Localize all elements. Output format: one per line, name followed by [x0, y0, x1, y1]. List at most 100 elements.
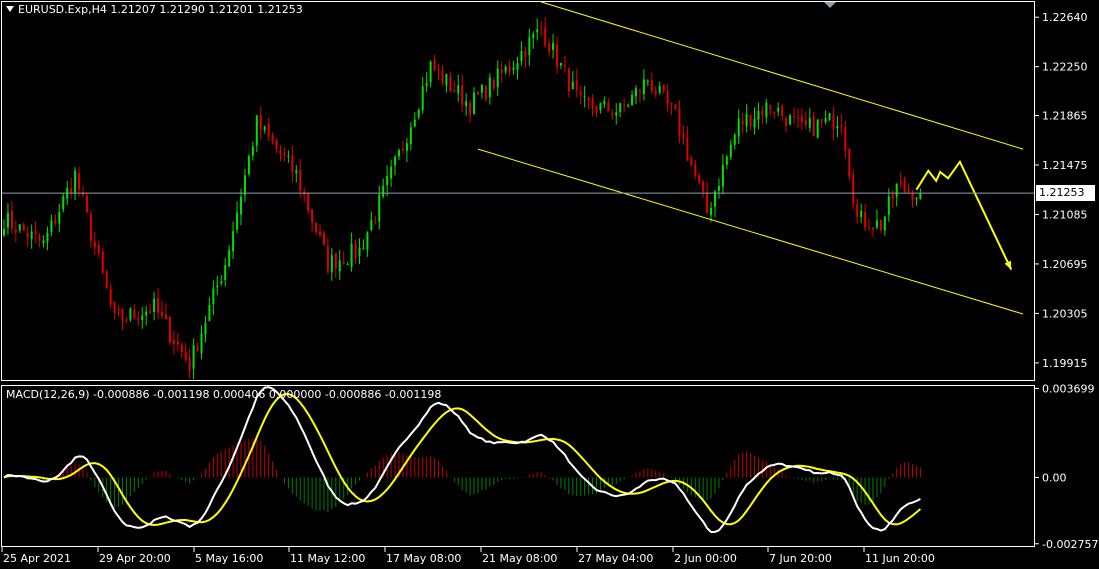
- candle-body: [346, 263, 349, 265]
- price-tick-label: 1.20305: [1042, 307, 1088, 320]
- candle-body: [832, 114, 835, 130]
- macd-header: MACD(12,26,9) -0.000886 -0.001198 0.0004…: [6, 388, 442, 401]
- candle-body: [184, 351, 187, 361]
- candle-body: [875, 220, 878, 228]
- candle-body: [157, 297, 160, 313]
- candle-body: [848, 148, 851, 177]
- candle-body: [58, 211, 61, 224]
- time-tick-label: 17 May 08:00: [386, 552, 461, 565]
- candle-body: [583, 96, 586, 98]
- candle-body: [101, 252, 104, 273]
- candle-body: [342, 262, 345, 264]
- candle-body: [50, 220, 53, 233]
- candle-body: [899, 182, 902, 184]
- candle-body: [773, 111, 776, 114]
- candle-body: [548, 43, 551, 52]
- candle-body: [453, 90, 456, 93]
- candle-body: [311, 209, 314, 223]
- candle-body: [828, 113, 831, 121]
- candle-body: [725, 156, 728, 165]
- candle-body: [425, 83, 428, 87]
- candle-body: [567, 68, 570, 92]
- candle-body: [14, 230, 17, 233]
- candle-body: [816, 119, 819, 138]
- candle-body: [615, 112, 618, 116]
- candle-body: [196, 345, 199, 352]
- price-tick-label: 1.21865: [1042, 110, 1088, 123]
- candle-body: [421, 86, 424, 110]
- candle-body: [172, 340, 175, 345]
- triangle-down-icon[interactable]: [6, 6, 14, 12]
- candle-body: [686, 136, 689, 161]
- candle-body: [587, 97, 590, 101]
- candle-body: [658, 85, 661, 93]
- candle-body: [793, 115, 795, 118]
- candle-body: [749, 114, 752, 127]
- candle-body: [804, 120, 807, 126]
- time-tick-label: 25 Apr 2021: [3, 552, 71, 565]
- candle-body: [623, 105, 626, 107]
- candle-body: [595, 106, 598, 113]
- candle-body: [121, 309, 124, 321]
- candle-body: [374, 219, 377, 221]
- candle-body: [74, 170, 77, 194]
- candle-body: [164, 314, 167, 320]
- candle-body: [721, 164, 724, 187]
- candle-body: [34, 231, 37, 235]
- candle-body: [78, 173, 81, 190]
- candle-body: [883, 216, 886, 231]
- candle-body: [706, 193, 709, 213]
- candle-body: [437, 69, 440, 71]
- candle-body: [461, 84, 464, 105]
- symbol-header: EURUSD.Exp,H4 1.21207 1.21290 1.21201 1.…: [6, 3, 303, 16]
- candle-body: [520, 51, 523, 61]
- candle-body: [354, 242, 357, 258]
- candle-body: [243, 175, 246, 195]
- candle-body: [753, 118, 756, 128]
- candle-body: [777, 107, 780, 112]
- candle-body: [216, 285, 219, 288]
- candle-body: [536, 29, 539, 33]
- candle-body: [85, 195, 88, 213]
- candle-body: [212, 288, 215, 305]
- candle-body: [287, 155, 290, 157]
- symbol-line: EURUSD.Exp,H4 1.21207 1.21290 1.21201 1.…: [18, 3, 303, 16]
- time-tick-label: 21 May 08:00: [482, 552, 557, 565]
- candle-body: [544, 27, 547, 46]
- price-tick-label: 1.22250: [1042, 61, 1088, 74]
- candle-body: [295, 170, 298, 174]
- candle-body: [741, 120, 744, 125]
- candle-body: [603, 100, 606, 105]
- candle-body: [62, 196, 65, 210]
- candle-body: [627, 105, 630, 107]
- candle-body: [429, 61, 432, 82]
- candle-body: [168, 317, 171, 343]
- candle-body: [714, 191, 716, 207]
- candle-body: [500, 69, 503, 73]
- chart-background: [0, 0, 1099, 569]
- candle-body: [10, 210, 13, 229]
- candle-body: [449, 76, 452, 92]
- candle-body: [911, 193, 914, 201]
- candle-body: [54, 220, 57, 224]
- candle-body: [473, 92, 476, 115]
- candle-body: [674, 105, 677, 109]
- candle-body: [149, 311, 152, 314]
- candle-body: [405, 143, 408, 151]
- candle-body: [824, 117, 827, 123]
- candle-body: [852, 175, 855, 204]
- candle-body: [350, 243, 353, 267]
- candle-body: [808, 118, 811, 128]
- candle-body: [836, 126, 839, 129]
- candle-body: [161, 312, 163, 316]
- candle-body: [737, 118, 740, 137]
- candle-body: [868, 228, 871, 230]
- candle-body: [642, 79, 645, 95]
- candle-body: [255, 115, 258, 146]
- candle-body: [717, 186, 720, 191]
- candle-body: [3, 229, 5, 236]
- candle-body: [129, 308, 132, 320]
- price-tick-label: 1.21475: [1042, 159, 1088, 172]
- candle-body: [279, 149, 282, 155]
- candle-body: [761, 110, 764, 116]
